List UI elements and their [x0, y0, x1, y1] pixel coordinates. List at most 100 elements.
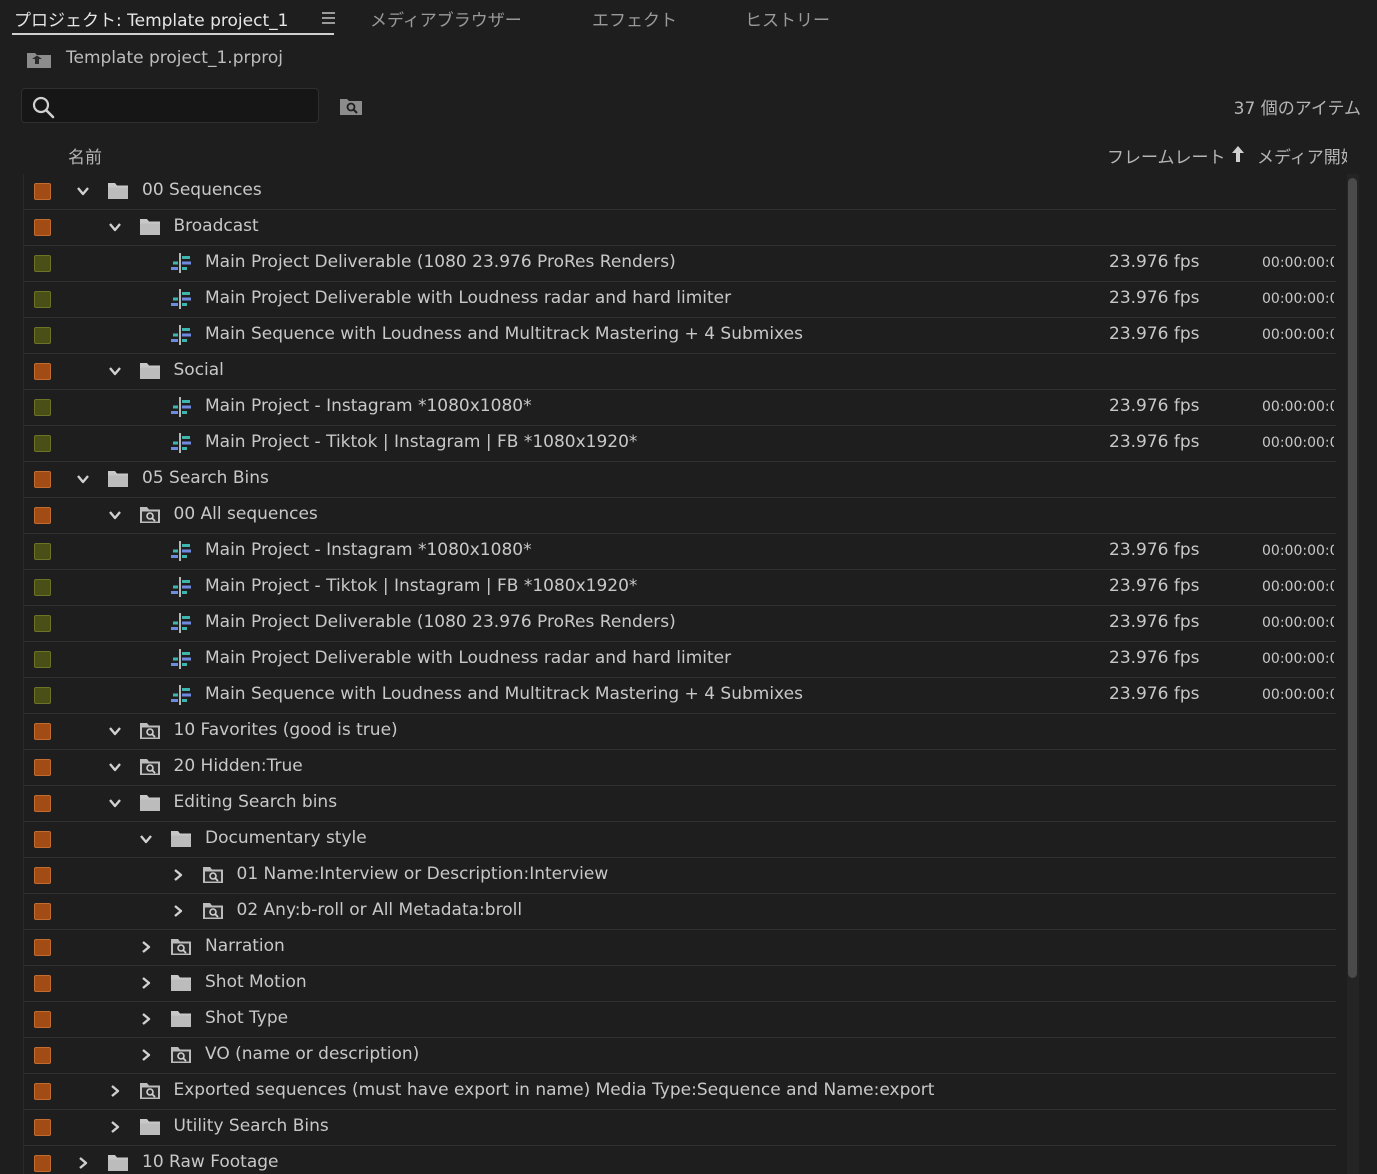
item-name[interactable]: Shot Type [205, 1008, 288, 1028]
label-color-swatch[interactable] [34, 867, 51, 884]
item-name[interactable]: 05 Search Bins [142, 468, 269, 488]
label-color-swatch[interactable] [34, 435, 51, 452]
bin-row[interactable]: Editing Search bins [24, 786, 1336, 822]
bin-row[interactable]: Social [24, 354, 1336, 390]
bin-row[interactable]: VO (name or description) [24, 1038, 1336, 1074]
sequence-row[interactable]: Main Sequence with Loudness and Multitra… [24, 318, 1336, 354]
tab-project[interactable]: プロジェクト: Template project_1 [14, 6, 288, 31]
scrollbar-thumb[interactable] [1348, 178, 1357, 978]
bin-row[interactable]: 00 All sequences [24, 498, 1336, 534]
bin-row[interactable]: 10 Raw Footage [24, 1146, 1336, 1174]
label-color-swatch[interactable] [34, 975, 51, 992]
bin-row[interactable]: Narration [24, 930, 1336, 966]
label-color-swatch[interactable] [34, 723, 51, 740]
label-color-swatch[interactable] [34, 543, 51, 560]
label-color-swatch[interactable] [34, 903, 51, 920]
label-color-swatch[interactable] [34, 291, 51, 308]
new-search-bin-icon[interactable] [339, 96, 363, 116]
column-header-media-start[interactable]: メディア開始 [1257, 143, 1347, 168]
label-color-swatch[interactable] [34, 1119, 51, 1136]
bin-row[interactable]: Utility Search Bins [24, 1110, 1336, 1146]
bin-row[interactable]: 02 Any:b-roll or All Metadata:broll [24, 894, 1336, 930]
chevron-down-icon[interactable] [108, 760, 122, 774]
label-color-swatch[interactable] [34, 651, 51, 668]
bin-row[interactable]: Shot Motion [24, 966, 1336, 1002]
sequence-row[interactable]: Main Project Deliverable with Loudness r… [24, 282, 1336, 318]
vertical-scrollbar[interactable] [1347, 174, 1359, 1174]
sequence-row[interactable]: Main Project - Instagram *1080x1080* 23.9… [24, 534, 1336, 570]
label-color-swatch[interactable] [34, 255, 51, 272]
panel-menu-icon[interactable] [322, 12, 335, 24]
label-color-swatch[interactable] [34, 1083, 51, 1100]
sequence-row[interactable]: Main Project Deliverable with Loudness r… [24, 642, 1336, 678]
label-color-swatch[interactable] [34, 471, 51, 488]
chevron-down-icon[interactable] [108, 508, 122, 522]
chevron-right-icon[interactable] [76, 1156, 90, 1170]
label-color-swatch[interactable] [34, 363, 51, 380]
item-name[interactable]: Main Project - Tiktok | Instagram | FB *… [205, 576, 637, 596]
item-name[interactable]: Main Project - Tiktok | Instagram | FB *… [205, 432, 637, 452]
item-name[interactable]: Main Project Deliverable (1080 23.976 Pr… [205, 612, 676, 632]
item-name[interactable]: Main Sequence with Loudness and Multitra… [205, 684, 803, 704]
label-color-swatch[interactable] [34, 939, 51, 956]
label-color-swatch[interactable] [34, 579, 51, 596]
item-name[interactable]: Main Project Deliverable with Loudness r… [205, 648, 731, 668]
item-name[interactable]: Documentary style [205, 828, 367, 848]
chevron-right-icon[interactable] [171, 868, 185, 882]
label-color-swatch[interactable] [34, 795, 51, 812]
label-color-swatch[interactable] [34, 219, 51, 236]
tab-media-browser[interactable]: メディアブラウザー [370, 6, 522, 31]
item-name[interactable]: Narration [205, 936, 285, 956]
sequence-row[interactable]: Main Project - Tiktok | Instagram | FB *… [24, 570, 1336, 606]
chevron-right-icon[interactable] [171, 904, 185, 918]
item-name[interactable]: Main Sequence with Loudness and Multitra… [205, 324, 803, 344]
chevron-down-icon[interactable] [108, 364, 122, 378]
sequence-row[interactable]: Main Project Deliverable (1080 23.976 Pr… [24, 246, 1336, 282]
label-color-swatch[interactable] [34, 183, 51, 200]
chevron-right-icon[interactable] [139, 940, 153, 954]
bin-row[interactable]: Broadcast [24, 210, 1336, 246]
sequence-row[interactable]: Main Project Deliverable (1080 23.976 Pr… [24, 606, 1336, 642]
chevron-down-icon[interactable] [108, 724, 122, 738]
chevron-right-icon[interactable] [108, 1084, 122, 1098]
item-name[interactable]: Main Project - Instagram *1080x1080* [205, 396, 532, 416]
item-name[interactable]: 00 Sequences [142, 180, 262, 200]
column-header-frame-rate[interactable]: フレームレート [1107, 143, 1226, 168]
item-name[interactable]: Main Project - Instagram *1080x1080* [205, 540, 532, 560]
label-color-swatch[interactable] [34, 1011, 51, 1028]
chevron-right-icon[interactable] [139, 1012, 153, 1026]
chevron-down-icon[interactable] [108, 220, 122, 234]
item-name[interactable]: 10 Favorites (good is true) [174, 720, 398, 740]
sequence-row[interactable]: Main Sequence with Loudness and Multitra… [24, 678, 1336, 714]
label-color-swatch[interactable] [34, 831, 51, 848]
bin-row[interactable]: 00 Sequences [24, 174, 1336, 210]
item-name[interactable]: Main Project Deliverable with Loudness r… [205, 288, 731, 308]
item-name[interactable]: 10 Raw Footage [142, 1152, 279, 1172]
chevron-down-icon[interactable] [76, 472, 90, 486]
item-name[interactable]: Exported sequences (must have export in … [174, 1080, 935, 1100]
bin-row[interactable]: 05 Search Bins [24, 462, 1336, 498]
sort-ascending-icon[interactable] [1230, 145, 1246, 163]
tab-effects[interactable]: エフェクト [592, 6, 677, 31]
bin-row[interactable]: Shot Type [24, 1002, 1336, 1038]
bin-row[interactable]: Exported sequences (must have export in … [24, 1074, 1336, 1110]
item-name[interactable]: Utility Search Bins [174, 1116, 329, 1136]
search-field[interactable] [21, 88, 319, 123]
search-input[interactable] [62, 93, 316, 120]
item-name[interactable]: Main Project Deliverable (1080 23.976 Pr… [205, 252, 676, 272]
column-header-name[interactable]: 名前 [68, 143, 102, 168]
tab-history[interactable]: ヒストリー [745, 6, 830, 31]
item-name[interactable]: 02 Any:b-roll or All Metadata:broll [237, 900, 523, 920]
item-name[interactable]: VO (name or description) [205, 1044, 419, 1064]
chevron-right-icon[interactable] [139, 976, 153, 990]
bin-row[interactable]: Documentary style [24, 822, 1336, 858]
bin-row[interactable]: 01 Name:Interview or Description:Intervi… [24, 858, 1336, 894]
item-name[interactable]: 00 All sequences [174, 504, 318, 524]
label-color-swatch[interactable] [34, 687, 51, 704]
label-color-swatch[interactable] [34, 399, 51, 416]
label-color-swatch[interactable] [34, 507, 51, 524]
item-name[interactable]: Social [174, 360, 224, 380]
project-folder-up-icon[interactable] [26, 49, 52, 69]
sequence-row[interactable]: Main Project - Instagram *1080x1080* 23.9… [24, 390, 1336, 426]
bin-row[interactable]: 10 Favorites (good is true) [24, 714, 1336, 750]
